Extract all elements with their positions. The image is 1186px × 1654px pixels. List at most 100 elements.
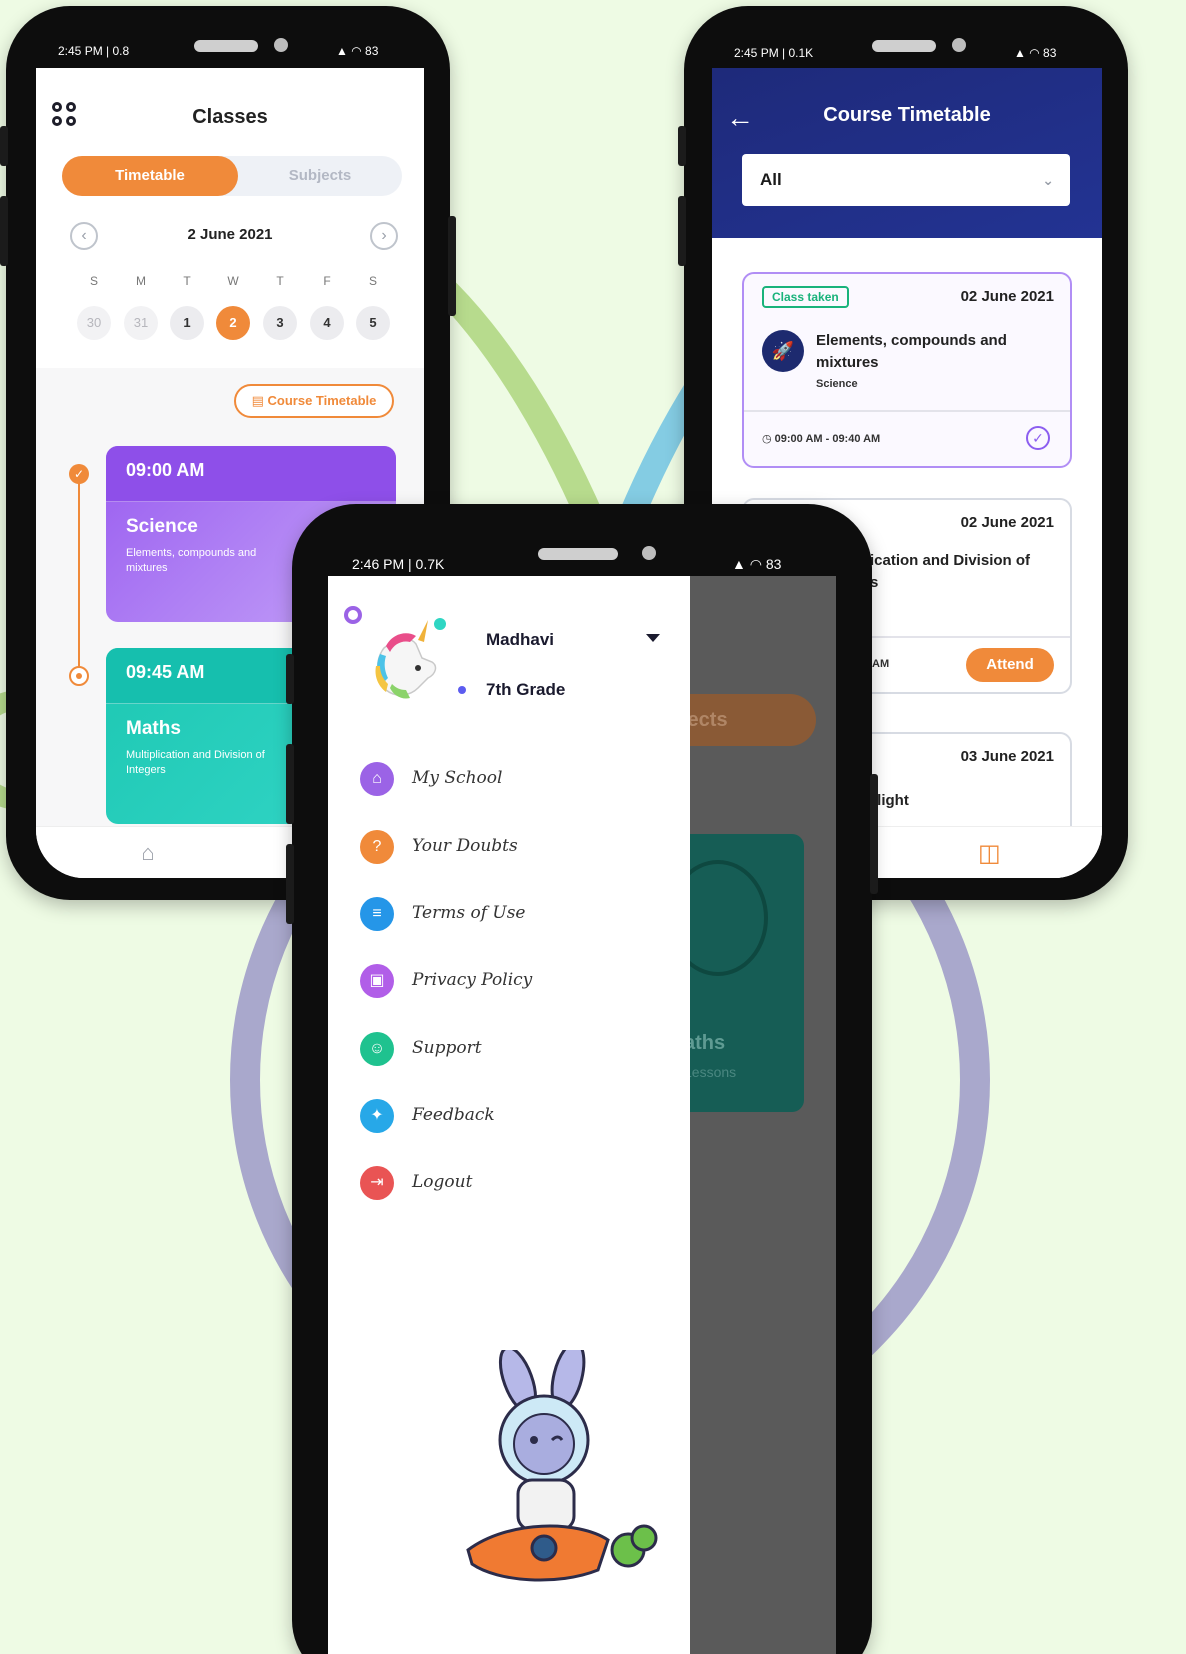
menu-item-label: Support: [412, 1038, 482, 1058]
phone-side-button: [678, 126, 686, 166]
timetable-entry[interactable]: Class taken 02 June 2021 🚀 Elements, com…: [742, 272, 1072, 468]
status-icons: ▲ ◠ 83: [336, 44, 379, 58]
calendar-day[interactable]: 1: [170, 306, 204, 340]
entry-subject: Science: [816, 378, 858, 390]
entry-date: 02 June 2021: [960, 514, 1054, 531]
menu-item-my-school[interactable]: ⌂ My School: [360, 760, 660, 800]
book-icon: ▤: [251, 393, 268, 408]
book-icon[interactable]: ◫: [978, 839, 1001, 868]
status-time: 2:45 PM | 0.8: [58, 44, 130, 58]
menu-item-label: Terms of Use: [412, 903, 526, 923]
calendar-day[interactable]: 31: [124, 306, 158, 340]
timeline-line: [78, 473, 80, 673]
background-card-title: aths: [684, 1032, 726, 1054]
entry-date: 03 June 2021: [960, 748, 1054, 765]
page-title: Classes: [192, 106, 268, 128]
course-timetable-button[interactable]: ▤ Course Timetable: [234, 384, 394, 418]
weekday-label: M: [136, 274, 146, 288]
navigation-drawer: Madhavi 7th Grade ⌂ My School ? Your Dou…: [328, 576, 690, 1654]
phone-camera: [274, 38, 288, 52]
user-name: Madhavi: [486, 630, 555, 649]
menu-item-your-doubts[interactable]: ? Your Doubts: [360, 828, 660, 868]
chevron-down-icon[interactable]: [646, 634, 660, 642]
menu-item-label: Privacy Policy: [412, 970, 533, 990]
phone-side-button: [448, 216, 456, 316]
menu-item-label: Feedback: [412, 1105, 495, 1125]
decorative-ring: [344, 606, 362, 624]
phone-drawer: 2:46 PM | 0.7K ▲ ◠ 83 jects aths Lessons…: [286, 504, 878, 1654]
weekday-label: F: [323, 274, 331, 288]
phone-camera: [642, 546, 656, 560]
menu-item-label: My School: [412, 768, 503, 788]
tab-subjects[interactable]: Subjects: [238, 156, 402, 196]
class-time: 09:00 AM: [106, 446, 396, 502]
filter-select[interactable]: All ⌄: [742, 154, 1070, 206]
course-timetable-label: Course Timetable: [267, 393, 377, 408]
entry-topic: f light: [868, 792, 909, 809]
timetable-header: ← Course Timetable All ⌄: [712, 68, 1102, 238]
calendar-day[interactable]: 30: [77, 306, 111, 340]
calendar-day[interactable]: 5: [356, 306, 390, 340]
entry-time-text: 09:00 AM - 09:40 AM: [774, 433, 881, 445]
battery-icon: 83: [365, 44, 379, 58]
clock-icon: ◷: [762, 433, 775, 445]
timeline-check-icon: ✓: [69, 464, 89, 484]
tab-switcher: Timetable Subjects: [62, 156, 402, 196]
entry-date: 02 June 2021: [960, 288, 1054, 305]
phone-side-button: [0, 196, 8, 266]
rocket-icon: 🚀: [762, 330, 804, 372]
tab-timetable[interactable]: Timetable: [62, 156, 238, 196]
apps-menu-icon[interactable]: [52, 102, 78, 128]
status-time: 2:45 PM | 0.1K: [734, 46, 814, 60]
phone-side-button: [678, 196, 686, 266]
weekday-label: W: [227, 274, 239, 288]
entry-topic: ication and Division of: [870, 552, 1031, 569]
calendar-day[interactable]: 3: [263, 306, 297, 340]
bunny-astronaut-illustration: [466, 1350, 658, 1582]
menu-item-label: Logout: [412, 1172, 473, 1192]
calendar-day-selected[interactable]: 2: [216, 306, 250, 340]
question-icon: ?: [360, 830, 394, 864]
check-circle-icon: ✓: [1026, 426, 1050, 450]
status-time: 2:46 PM | 0.7K: [352, 556, 445, 572]
status-icons: ▲ ◠ 83: [732, 556, 782, 572]
calendar-day[interactable]: 4: [310, 306, 344, 340]
status-icons: ▲ ◠ 83: [1014, 46, 1057, 60]
entry-topic: Elements, compounds and mixtures: [816, 332, 1007, 371]
phone-speaker: [194, 40, 258, 52]
background-card-subtitle: Lessons: [684, 1064, 737, 1080]
decorative-dot: [458, 686, 466, 694]
timeline-dot-icon: [69, 666, 89, 686]
attend-button[interactable]: Attend: [966, 648, 1054, 682]
battery-icon: 83: [1043, 46, 1057, 60]
classes-header: Classes Timetable Subjects ‹ 2 June 2021…: [36, 68, 424, 368]
menu-item-terms-of-use[interactable]: ≡ Terms of Use: [360, 895, 660, 935]
phone-side-button: [286, 654, 294, 704]
status-badge: Class taken: [762, 286, 849, 308]
entry-time: AM: [872, 658, 890, 670]
chevron-down-icon: ⌄: [1042, 172, 1054, 188]
document-icon: ≡: [360, 897, 394, 931]
home-icon[interactable]: ⌂: [136, 841, 160, 865]
drawer-screen: jects aths Lessons Madhavi 7th Grade ⌂ M…: [328, 576, 836, 1654]
phone-side-button: [870, 774, 878, 894]
menu-item-privacy-policy[interactable]: ▣ Privacy Policy: [360, 962, 660, 1002]
phone-speaker: [872, 40, 936, 52]
entry-time: ◷ 09:00 AM - 09:40 AM: [762, 432, 880, 445]
next-week-icon[interactable]: ›: [370, 222, 398, 250]
menu-item-logout[interactable]: ⇥ Logout: [360, 1164, 660, 1204]
weekday-label: T: [276, 274, 284, 288]
phone-camera: [952, 38, 966, 52]
menu-item-label: Your Doubts: [412, 836, 518, 856]
user-grade: 7th Grade: [486, 680, 566, 699]
calendar-date: 2 June 2021: [187, 226, 273, 243]
page-title: Course Timetable: [823, 104, 991, 126]
filter-value: All: [760, 170, 782, 189]
entry-footer: ◷ 09:00 AM - 09:40 AM ✓: [744, 410, 1070, 466]
phone-side-button: [286, 844, 294, 924]
unicorn-avatar: [375, 620, 437, 699]
menu-item-support[interactable]: ☺ Support: [360, 1030, 660, 1070]
menu-item-feedback[interactable]: ✦ Feedback: [360, 1097, 660, 1137]
class-topic: Multiplication and Division of Integers: [126, 749, 265, 776]
phone-side-button: [0, 126, 8, 166]
